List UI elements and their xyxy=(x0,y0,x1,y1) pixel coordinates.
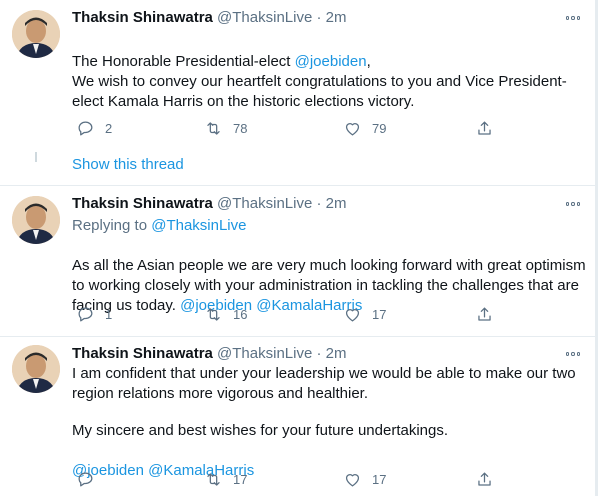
timestamp[interactable]: 2m xyxy=(326,195,347,212)
retweet-button[interactable]: 78 xyxy=(204,118,247,138)
timestamp[interactable]: 2m xyxy=(326,9,347,26)
tweet-3[interactable]: Thaksin Shinawatra @ThaksinLive · 2m I a… xyxy=(0,337,598,496)
display-name[interactable]: Thaksin Shinawatra xyxy=(72,195,213,212)
retweet-icon xyxy=(207,472,220,486)
avatar-image xyxy=(12,196,60,244)
like-count: 79 xyxy=(372,120,387,136)
reply-icon xyxy=(78,121,93,135)
tweet-text-line: The Honorable Presidential-elect xyxy=(72,53,295,70)
user-handle[interactable]: @ThaksinLive xyxy=(217,9,312,26)
tweet-text: The Honorable Presidential-elect @joebid… xyxy=(72,32,588,72)
separator-dot: · xyxy=(316,345,322,362)
tweet-text-body: I am confident that under your leadershi… xyxy=(72,365,576,402)
like-button[interactable]: 17 xyxy=(343,304,386,324)
thread-connector xyxy=(35,152,37,162)
retweet-button[interactable]: 17 xyxy=(204,469,247,489)
user-handle[interactable]: @ThaksinLive xyxy=(217,195,312,212)
share-icon xyxy=(478,307,491,321)
more-icon[interactable] xyxy=(562,344,584,364)
retweet-count: 78 xyxy=(233,120,248,136)
tweet-actions: 2 78 79 xyxy=(72,118,512,138)
retweet-count: 17 xyxy=(233,471,248,487)
tweet-text-body: We wish to convey our heartfelt congratu… xyxy=(72,73,567,110)
replying-to: Replying to @ThaksinLive xyxy=(72,216,247,236)
reply-button[interactable]: 2 xyxy=(76,118,112,138)
heart-icon xyxy=(345,122,360,135)
replying-to-label: Replying to xyxy=(72,217,152,234)
share-button[interactable] xyxy=(475,304,504,324)
reply-button[interactable] xyxy=(76,469,105,489)
avatar[interactable] xyxy=(12,10,60,58)
share-icon xyxy=(478,472,491,486)
reply-icon xyxy=(78,472,93,486)
like-count: 17 xyxy=(372,306,387,322)
tweet-text-body: My sincere and best wishes for your futu… xyxy=(72,422,449,439)
share-icon xyxy=(478,121,491,135)
avatar[interactable] xyxy=(12,345,60,393)
show-thread-link[interactable]: Show this thread xyxy=(72,155,184,175)
retweet-count: 16 xyxy=(233,306,248,322)
reply-icon xyxy=(78,307,93,321)
avatar[interactable] xyxy=(12,196,60,244)
user-handle[interactable]: @ThaksinLive xyxy=(217,345,312,362)
retweet-icon xyxy=(207,307,220,321)
separator-dot: · xyxy=(316,9,322,26)
tweet-header: Thaksin Shinawatra @ThaksinLive · 2m xyxy=(72,344,347,364)
timestamp[interactable]: 2m xyxy=(326,345,347,362)
mention-link[interactable]: @joebiden xyxy=(295,53,367,70)
tweet-2[interactable]: Thaksin Shinawatra @ThaksinLive · 2m Rep… xyxy=(0,186,598,336)
avatar-image xyxy=(12,10,60,58)
display-name[interactable]: Thaksin Shinawatra xyxy=(72,9,213,26)
tweet-1[interactable]: Thaksin Shinawatra @ThaksinLive · 2m The… xyxy=(0,0,598,150)
tweet-header: Thaksin Shinawatra @ThaksinLive · 2m xyxy=(72,194,347,214)
like-count: 17 xyxy=(372,471,387,487)
retweet-icon xyxy=(207,121,220,135)
separator-dot: · xyxy=(316,195,322,212)
more-icon[interactable] xyxy=(562,194,584,214)
tweet-text-punct: , xyxy=(366,53,371,70)
heart-icon xyxy=(345,308,360,321)
like-button[interactable]: 79 xyxy=(343,118,386,138)
avatar-image xyxy=(12,345,60,393)
reply-button[interactable]: 1 xyxy=(76,304,112,324)
tweet-header: Thaksin Shinawatra @ThaksinLive · 2m xyxy=(72,8,347,28)
more-icon[interactable] xyxy=(562,8,584,28)
share-button[interactable] xyxy=(475,118,504,138)
retweet-button[interactable]: 16 xyxy=(204,304,247,324)
tweet-actions: 1 16 17 xyxy=(72,304,512,324)
heart-icon xyxy=(345,473,360,486)
reply-count: 2 xyxy=(105,120,113,136)
display-name[interactable]: Thaksin Shinawatra xyxy=(72,345,213,362)
tweet-actions: 17 17 xyxy=(72,469,512,489)
replying-to-handle[interactable]: @ThaksinLive xyxy=(151,217,246,234)
reply-count: 1 xyxy=(105,306,113,322)
like-button[interactable]: 17 xyxy=(343,469,386,489)
share-button[interactable] xyxy=(475,469,504,489)
